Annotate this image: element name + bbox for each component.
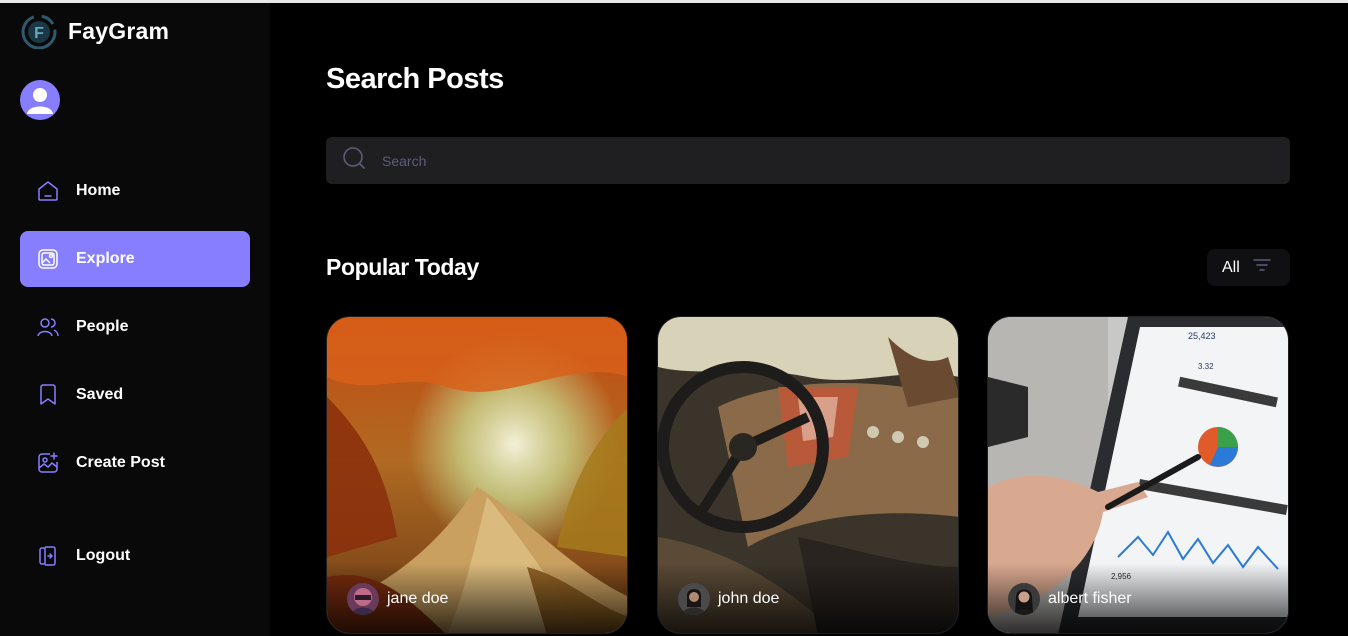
logout-label: Logout xyxy=(76,547,131,564)
sidebar-item-create-post[interactable]: Create Post xyxy=(20,435,250,491)
app-name: FayGram xyxy=(68,17,170,44)
profile-avatar[interactable] xyxy=(20,80,60,120)
filter-button[interactable]: All xyxy=(1207,249,1290,286)
brand[interactable]: F FayGram xyxy=(20,13,170,50)
search-icon xyxy=(342,146,366,175)
post-card[interactable]: jane doe xyxy=(326,316,628,634)
author-avatar xyxy=(347,583,379,615)
sidebar-item-label: Home xyxy=(76,182,121,199)
sidebar-item-explore[interactable]: Explore xyxy=(20,231,250,287)
sidebar-nav: Home Explore People Saved Create Post xyxy=(20,163,250,503)
author-name: john doe xyxy=(718,590,780,607)
user-silhouette-icon xyxy=(27,88,53,114)
svg-text:3.32: 3.32 xyxy=(1198,362,1214,371)
page-title: Search Posts xyxy=(326,63,504,95)
search-bar[interactable] xyxy=(326,137,1290,184)
sidebar-item-label: Create Post xyxy=(76,454,165,471)
faygram-logo-icon: F xyxy=(20,13,60,50)
post-card[interactable]: 25,423 3.32 2,956 albert fisher xyxy=(987,316,1289,634)
logout-button[interactable]: Logout xyxy=(20,528,250,584)
sidebar-item-home[interactable]: Home xyxy=(20,163,250,219)
post-author[interactable]: john doe xyxy=(678,583,779,615)
filter-label: All xyxy=(1222,258,1240,276)
author-avatar xyxy=(678,583,710,615)
post-author[interactable]: jane doe xyxy=(347,583,448,615)
sidebar-item-label: People xyxy=(76,318,129,335)
sidebar-item-label: Explore xyxy=(76,250,135,267)
explore-icon xyxy=(36,247,60,271)
logout-container: Logout xyxy=(20,528,250,596)
post-grid: jane doe john doe 25,423 3.32 albert fis… xyxy=(326,316,1290,636)
filter-icon xyxy=(1252,255,1272,280)
author-avatar xyxy=(1008,583,1040,615)
search-input[interactable] xyxy=(382,152,1262,169)
section-title: Popular Today xyxy=(326,254,479,280)
left-sidebar: F FayGram Home Explore People Saved Crea… xyxy=(0,3,270,636)
post-card[interactable]: john doe xyxy=(657,316,959,634)
author-name: jane doe xyxy=(387,590,449,607)
post-author[interactable]: albert fisher xyxy=(1008,583,1132,615)
svg-text:25,423: 25,423 xyxy=(1188,331,1216,341)
sidebar-item-people[interactable]: People xyxy=(20,299,250,355)
bookmark-icon xyxy=(36,383,60,407)
svg-text:F: F xyxy=(34,25,44,42)
people-icon xyxy=(36,315,60,339)
author-name: albert fisher xyxy=(1048,590,1132,607)
sidebar-item-saved[interactable]: Saved xyxy=(20,367,250,423)
logout-icon xyxy=(36,544,60,568)
home-icon xyxy=(36,179,60,203)
gallery-add-icon xyxy=(36,451,60,475)
sidebar-item-label: Saved xyxy=(76,386,124,403)
